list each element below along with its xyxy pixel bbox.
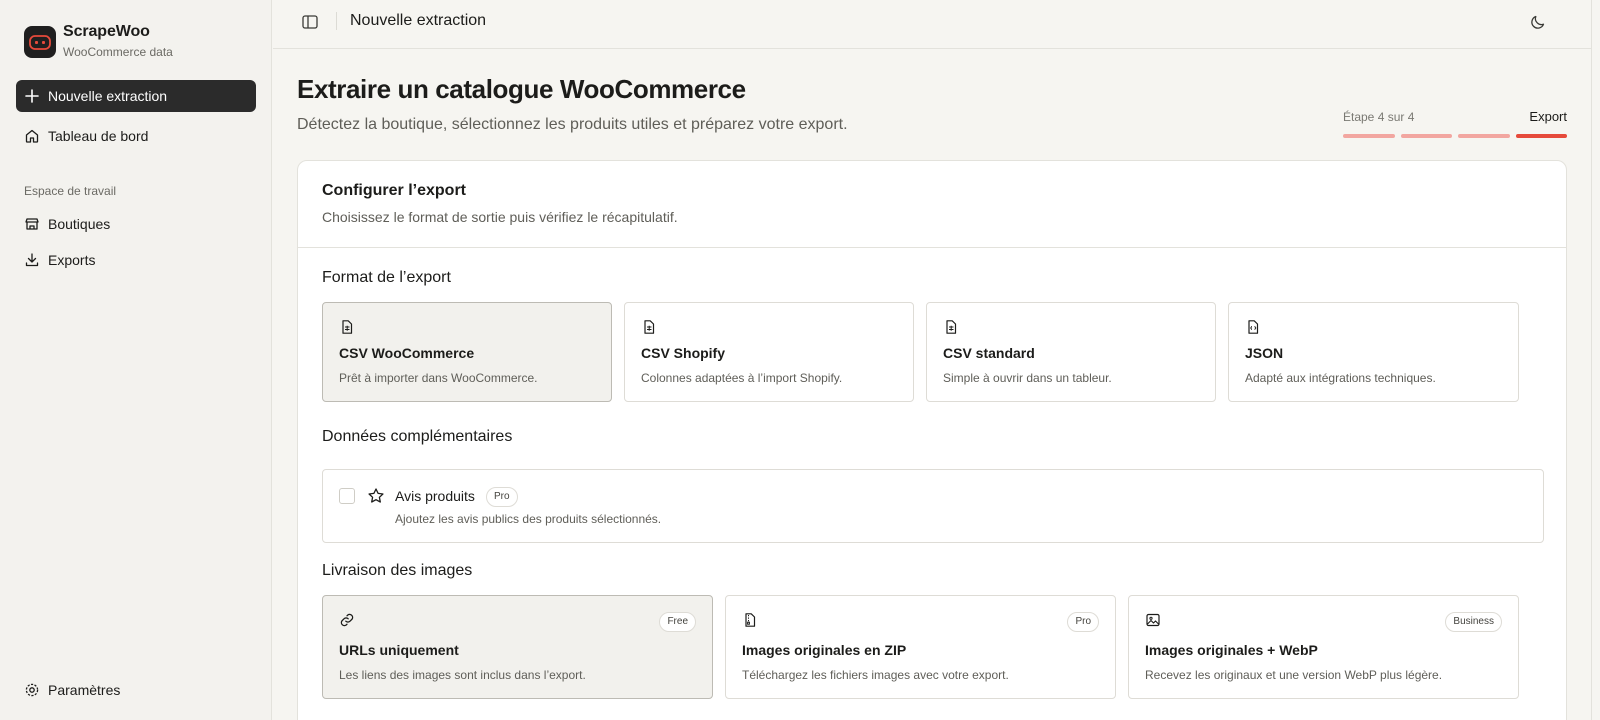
reviews-name: Avis produits [395,488,475,504]
format-option-csv-shopify[interactable]: CSV Shopify Colonnes adaptées à l’import … [624,302,914,402]
card-title: Configurer l’export [322,182,467,199]
plan-badge: Pro [486,487,518,507]
step-bar [1343,134,1395,138]
new-extraction-button[interactable]: Nouvelle extraction [16,80,256,112]
sidebar-item-exports[interactable]: Exports [16,244,256,276]
plan-badge: Business [1445,612,1502,632]
format-section-title: Format de l’export [322,269,451,286]
page-breadcrumb-title: Nouvelle extraction [350,12,487,29]
image-option-images-originales-webp[interactable]: Business Images originales + WebP Recevez … [1128,595,1519,699]
sidebar-item-label: Paramètres [48,682,121,698]
page-title: Extraire un catalogue WooCommerce [297,74,746,104]
step-name: Export [1529,109,1567,124]
plan-badge: Pro [1067,612,1099,632]
format-name: JSON [1245,345,1284,361]
file-archive-icon [742,612,758,628]
step-bar [1515,134,1567,138]
extra-section-title: Données complémentaires [322,428,513,445]
plus-icon [24,88,40,104]
sidebar-item-dashboard[interactable]: Tableau de bord [16,120,256,152]
format-name: CSV Shopify [641,345,726,361]
images-section-title: Livraison des images [322,562,473,579]
image-option-images-originales-en-zip[interactable]: Pro Images originales en ZIP Téléchargez l… [725,595,1116,699]
file-spreadsheet-icon [641,319,657,335]
format-description: Simple à ouvrir dans un tableur. [943,371,1112,385]
card-subtitle: Choisissez le format de sortie puis véri… [322,209,678,225]
brand[interactable]: ScrapeWoo WooCommerce data [24,23,173,60]
sidebar-item-label: Tableau de bord [48,128,149,144]
file-spreadsheet-icon [943,319,959,335]
format-name: CSV standard [943,345,1035,361]
format-option-json[interactable]: JSON Adapté aux intégrations techniques. [1228,302,1519,402]
home-icon [24,128,40,144]
new-extraction-label: Nouvelle extraction [48,88,168,104]
robot-logo-icon [24,25,56,58]
sidebar-toggle-icon[interactable] [301,13,319,31]
image-option-description: Recevez les originaux et une version Web… [1145,668,1443,682]
reviews-checkbox[interactable] [339,488,355,504]
export-config-card: Configurer l’export Choisissez le format… [297,160,1567,720]
sidebar: ScrapeWoo WooCommerce data Nouvelle extr… [0,0,272,720]
store-icon [24,216,40,232]
image-option-urls-uniquement[interactable]: Free URLs uniquement Les liens des images … [322,595,713,699]
plan-badge: Free [659,612,696,632]
image-option-description: Les liens des images sont inclus dans l’… [339,668,586,682]
format-option-csv-woocommerce[interactable]: CSV WooCommerce Prêt à importer dans WooC… [322,302,612,402]
format-name: CSV WooCommerce [339,345,475,361]
link-icon [339,612,355,628]
format-option-csv-standard[interactable]: CSV standard Simple à ouvrir dans un tabl… [926,302,1216,402]
file-json-icon [1245,319,1261,335]
product-reviews-option[interactable]: Avis produits Pro Ajoutez les avis publi… [322,469,1544,543]
page-subtitle: Détectez la boutique, sélectionnez les p… [297,116,848,133]
format-description: Prêt à importer dans WooCommerce. [339,371,538,385]
gear-icon [24,682,40,698]
image-icon [1145,612,1161,628]
sidebar-item-shops[interactable]: Boutiques [16,208,256,240]
card-header: Configurer l’export Choisissez le format… [298,161,1566,248]
file-spreadsheet-icon [339,319,355,335]
format-description: Colonnes adaptées à l’import Shopify. [641,371,843,385]
brand-name: ScrapeWoo [63,23,150,40]
top-bar: Nouvelle extraction [273,0,1591,49]
download-icon [24,252,40,268]
workspace-section-label: Espace de travail [24,184,117,198]
scrollbar-track[interactable] [1591,0,1600,720]
step-bar [1458,134,1510,138]
image-option-description: Téléchargez les fichiers images avec vot… [742,668,1009,682]
image-option-name: URLs uniquement [339,642,459,658]
sidebar-item-label: Exports [48,252,96,268]
moon-icon[interactable] [1529,13,1547,31]
sidebar-item-label: Boutiques [48,216,111,232]
step-bar [1400,134,1452,138]
reviews-description: Ajoutez les avis publics des produits sé… [395,512,662,526]
image-option-name: Images originales + WebP [1145,642,1318,658]
step-progress [1343,134,1567,138]
format-description: Adapté aux intégrations techniques. [1245,371,1436,385]
image-option-name: Images originales en ZIP [742,642,907,658]
step-counter: Étape 4 sur 4 [1343,110,1415,124]
star-icon [367,487,385,505]
divider [336,12,337,30]
brand-subtitle: WooCommerce data [63,45,173,59]
sidebar-item-settings[interactable]: Paramètres [16,674,256,706]
